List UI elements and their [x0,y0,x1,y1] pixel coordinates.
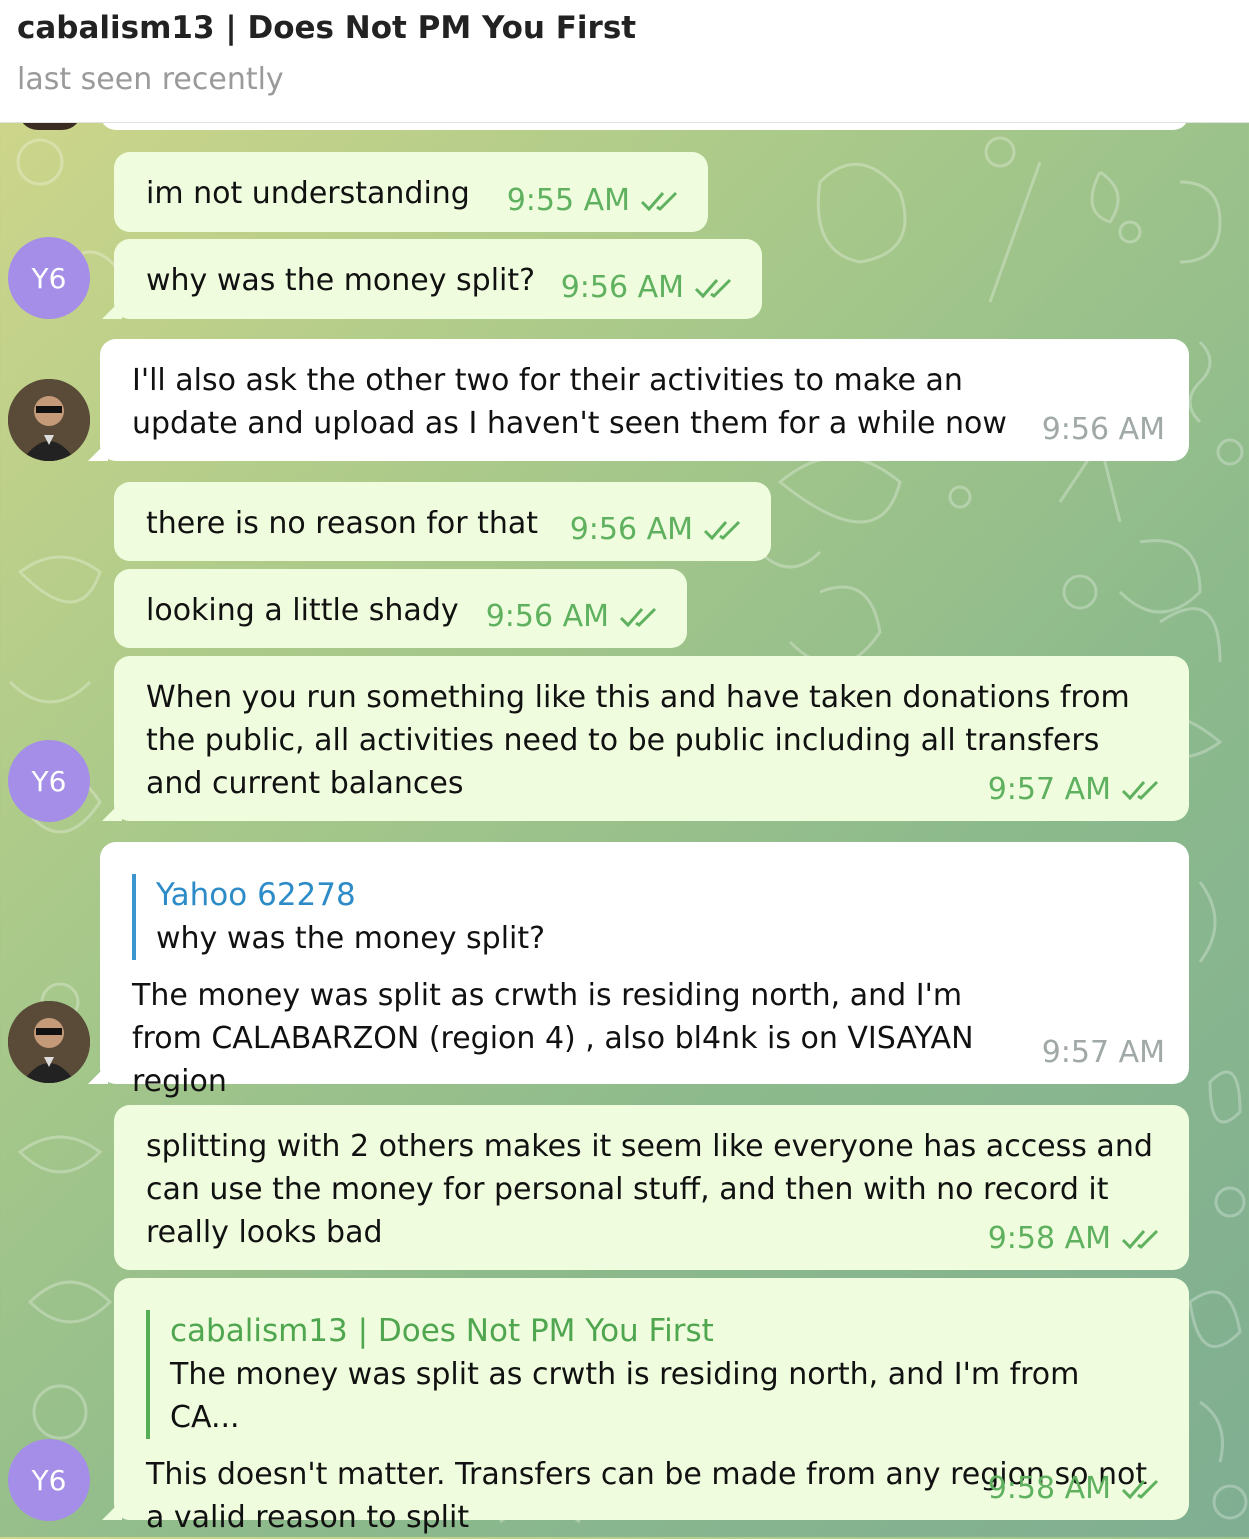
reply-author: cabalism13 | Does Not PM You First [170,1313,714,1349]
message-meta: 9:55 AM [507,179,684,222]
message-meta: 9:56 AM [486,595,663,638]
reply-author: Yahoo 62278 [156,877,356,913]
avatar-y6[interactable]: Y6 [8,1439,90,1521]
message-meta: 9:56 AM [561,266,738,309]
message-time: 9:56 AM [485,599,609,634]
message-meta: 9:58 AM [988,1467,1165,1510]
message-bubble[interactable]: there is no reason for that 9:56 AM [114,482,771,561]
message-text: The money was split as crwth is residing… [132,978,974,1099]
message-bubble[interactable]: splitting with 2 others makes it seem li… [114,1105,1189,1270]
double-check-icon [640,191,678,211]
message-list[interactable]: im not understanding 9:55 AM why was the… [0,0,1249,1537]
double-check-icon [1121,1479,1159,1499]
reply-quote[interactable]: Yahoo 62278 why was the money split? [132,874,1157,960]
message-bubble[interactable]: im not understanding 9:55 AM [114,152,708,232]
avatar-y6[interactable]: Y6 [8,237,90,319]
chat-title[interactable]: cabalism13 | Does Not PM You First [17,10,636,46]
message-meta: 9:58 AM [988,1217,1165,1260]
message-meta: 9:57 AM [1042,1031,1165,1074]
reply-quote[interactable]: cabalism13 | Does Not PM You First The m… [146,1310,1157,1439]
message-meta: 9:57 AM [988,768,1165,811]
double-check-icon [694,278,732,298]
reply-text: The money was split as crwth is residing… [170,1357,1080,1435]
message-bubble[interactable]: why was the money split? 9:56 AM [102,239,762,319]
double-check-icon [1121,780,1159,800]
user-photo-icon [8,1001,90,1083]
last-seen-status: last seen recently [17,62,284,97]
message-time: 9:57 AM [1041,1035,1165,1070]
message-bubble[interactable]: I'll also ask the other two for their ac… [88,339,1189,461]
message-bubble[interactable]: When you run something like this and hav… [102,656,1189,821]
message-time: 9:58 AM [987,1221,1111,1256]
message-bubble[interactable]: looking a little shady 9:56 AM [114,569,687,648]
message-time: 9:55 AM [506,183,630,218]
message-time: 9:56 AM [1041,412,1165,447]
message-bubble[interactable]: Yahoo 62278 why was the money split? The… [88,842,1189,1099]
reply-text: why was the money split? [156,921,546,956]
chat-header[interactable]: cabalism13 | Does Not PM You First last … [0,0,1249,123]
message-meta: 9:56 AM [1042,408,1165,451]
message-time: 9:57 AM [987,772,1111,807]
avatar-user-photo[interactable] [8,1001,90,1083]
double-check-icon [703,520,741,540]
user-photo-icon [8,379,90,461]
double-check-icon [1121,1229,1159,1249]
message-text: I'll also ask the other two for their ac… [132,363,1007,441]
message-time: 9:56 AM [569,512,693,547]
message-time: 9:58 AM [987,1471,1111,1506]
double-check-icon [619,607,657,627]
avatar-y6[interactable]: Y6 [8,740,90,822]
message-time: 9:56 AM [560,270,684,305]
avatar-user-photo[interactable] [8,379,90,461]
message-meta: 9:56 AM [570,508,747,551]
message-bubble[interactable]: cabalism13 | Does Not PM You First The m… [102,1278,1189,1535]
